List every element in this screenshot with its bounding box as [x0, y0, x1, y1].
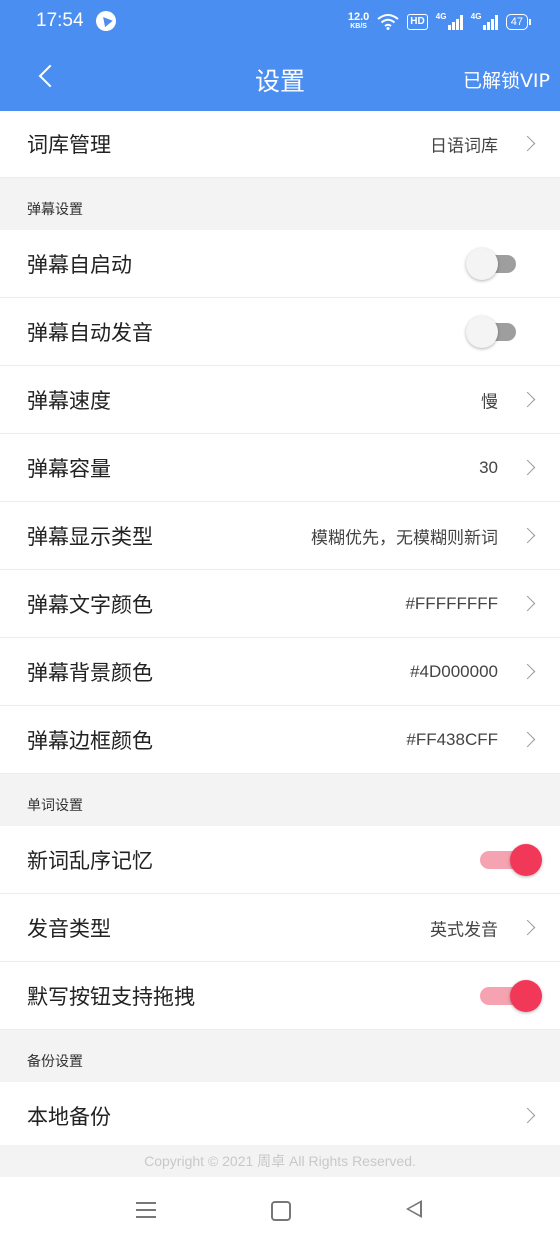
signal-label: 4G: [435, 12, 447, 21]
status-icons: 12.0 KB/S HD 4G 4G 47: [348, 10, 532, 34]
toggle-knob: [466, 247, 498, 280]
row-label: 弹幕背景颜色: [27, 660, 153, 685]
battery-icon: 47: [505, 14, 532, 30]
row-value: 日语词库: [430, 136, 498, 156]
row-label: 弹幕容量: [27, 456, 111, 481]
local-backup-row[interactable]: 本地备份: [0, 1082, 560, 1150]
chevron-right-icon: [519, 527, 536, 543]
net-speed-value: 12.0: [347, 11, 370, 23]
danmaku-bg-color-row[interactable]: 弹幕背景颜色 #4D000000: [0, 638, 560, 706]
danmaku-border-color-row[interactable]: 弹幕边框颜色 #FF438CFF: [0, 706, 560, 774]
autostart-toggle[interactable]: [466, 247, 516, 280]
chevron-right-icon: [519, 459, 536, 475]
signal-icon: 4G: [435, 12, 463, 30]
section-header-word: 单词设置: [0, 774, 560, 826]
row-value: 模糊优先，无模糊则新词: [311, 528, 498, 547]
shuffle-memory-row[interactable]: 新词乱序记忆: [0, 826, 560, 894]
chevron-right-icon: [519, 135, 536, 152]
vip-unlocked-button[interactable]: 已解锁VIP: [463, 66, 550, 93]
signal-label: 4G: [470, 12, 482, 21]
section-header-backup: 备份设置: [0, 1030, 560, 1082]
chevron-right-icon: [519, 1107, 536, 1123]
danmaku-speed-row[interactable]: 弹幕速度 慢: [0, 366, 560, 434]
vocab-manage-row[interactable]: 词库管理 日语词库: [0, 111, 560, 178]
row-label: 新词乱序记忆: [27, 848, 153, 873]
row-label: 弹幕自动发音: [27, 320, 153, 345]
row-label: 弹幕边框颜色: [27, 728, 153, 753]
autospeak-toggle[interactable]: [466, 315, 516, 348]
back-icon[interactable]: [402, 1197, 428, 1223]
row-label: 词库管理: [27, 133, 111, 157]
section-header-danmaku: 弹幕设置: [0, 178, 560, 230]
copyright-text: Copyright © 2021 周卓 All Rights Reserved.: [0, 1145, 560, 1177]
chevron-right-icon: [519, 391, 536, 407]
net-speed: 12.0 KB/S: [348, 12, 369, 32]
app-bar: 17:54 12.0 KB/S HD 4G 4G 47 设置 已解锁VIP: [0, 0, 560, 111]
section-title: 弹幕设置: [27, 202, 83, 218]
danmaku-display-type-row[interactable]: 弹幕显示类型 模糊优先，无模糊则新词: [0, 502, 560, 570]
row-label: 弹幕显示类型: [27, 524, 153, 549]
row-value: #FFFFFFFF: [405, 593, 498, 613]
home-icon[interactable]: [268, 1197, 294, 1223]
row-value: #4D000000: [410, 661, 498, 681]
chevron-right-icon: [519, 595, 536, 611]
chevron-right-icon: [519, 919, 536, 935]
location-icon: [96, 11, 116, 31]
hd-badge: HD: [407, 14, 428, 30]
row-label: 发音类型: [27, 916, 111, 941]
row-value: #FF438CFF: [406, 729, 498, 749]
dictation-drag-row[interactable]: 默写按钮支持拖拽: [0, 962, 560, 1030]
danmaku-text-color-row[interactable]: 弹幕文字颜色 #FFFFFFFF: [0, 570, 560, 638]
toggle-knob: [466, 315, 498, 348]
chevron-right-icon: [519, 731, 536, 747]
row-label: 默写按钮支持拖拽: [27, 984, 195, 1009]
status-bar: 17:54 12.0 KB/S HD 4G 4G 47: [0, 0, 560, 44]
chevron-right-icon: [519, 663, 536, 679]
row-label: 本地备份: [27, 1104, 111, 1129]
toggle-knob: [510, 979, 542, 1012]
row-value: 30: [479, 457, 498, 477]
row-label: 弹幕自启动: [27, 252, 132, 277]
settings-list: 词库管理 日语词库 弹幕设置 弹幕自启动 弹幕自动发音 弹幕速度 慢 弹幕容量 …: [0, 111, 560, 1150]
row-value: 英式发音: [430, 920, 498, 939]
signal-icon: 4G: [470, 12, 498, 30]
nav-bar: 设置 已解锁VIP: [0, 44, 560, 111]
danmaku-autostart-row[interactable]: 弹幕自启动: [0, 230, 560, 298]
danmaku-autospeak-row[interactable]: 弹幕自动发音: [0, 298, 560, 366]
row-value: 慢: [481, 392, 498, 411]
section-title: 单词设置: [27, 798, 83, 814]
danmaku-capacity-row[interactable]: 弹幕容量 30: [0, 434, 560, 502]
section-title: 备份设置: [27, 1054, 83, 1070]
toggle-knob: [510, 843, 542, 876]
system-nav-bar: [0, 1177, 560, 1244]
net-speed-unit: KB/S: [350, 23, 367, 30]
drag-toggle[interactable]: [480, 979, 542, 1012]
menu-icon[interactable]: [134, 1197, 160, 1223]
wifi-icon: [377, 14, 399, 30]
pronunciation-type-row[interactable]: 发音类型 英式发音: [0, 894, 560, 962]
row-label: 弹幕速度: [27, 388, 111, 413]
shuffle-toggle[interactable]: [480, 843, 542, 876]
status-time: 17:54: [36, 10, 84, 31]
row-label: 弹幕文字颜色: [27, 592, 153, 617]
